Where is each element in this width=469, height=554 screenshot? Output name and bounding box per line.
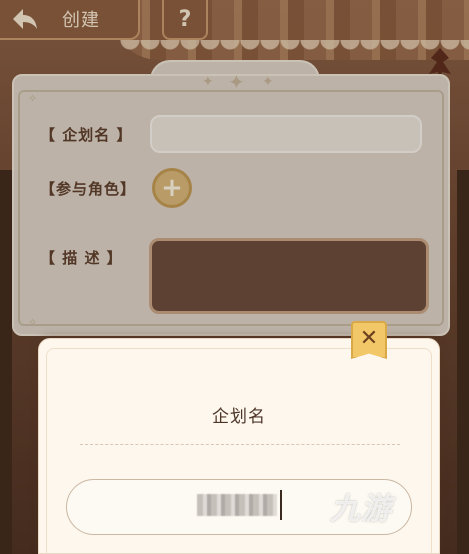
watermark-text: 九游 (330, 492, 392, 527)
close-icon: ✕ (359, 326, 379, 351)
close-button[interactable]: ✕ (351, 321, 387, 359)
watermark-logo: 九游 (330, 484, 392, 528)
text-cursor (280, 490, 282, 520)
obscured-input-value (197, 494, 277, 516)
popup-title: 企划名 (212, 407, 266, 427)
popup-divider (80, 444, 400, 445)
